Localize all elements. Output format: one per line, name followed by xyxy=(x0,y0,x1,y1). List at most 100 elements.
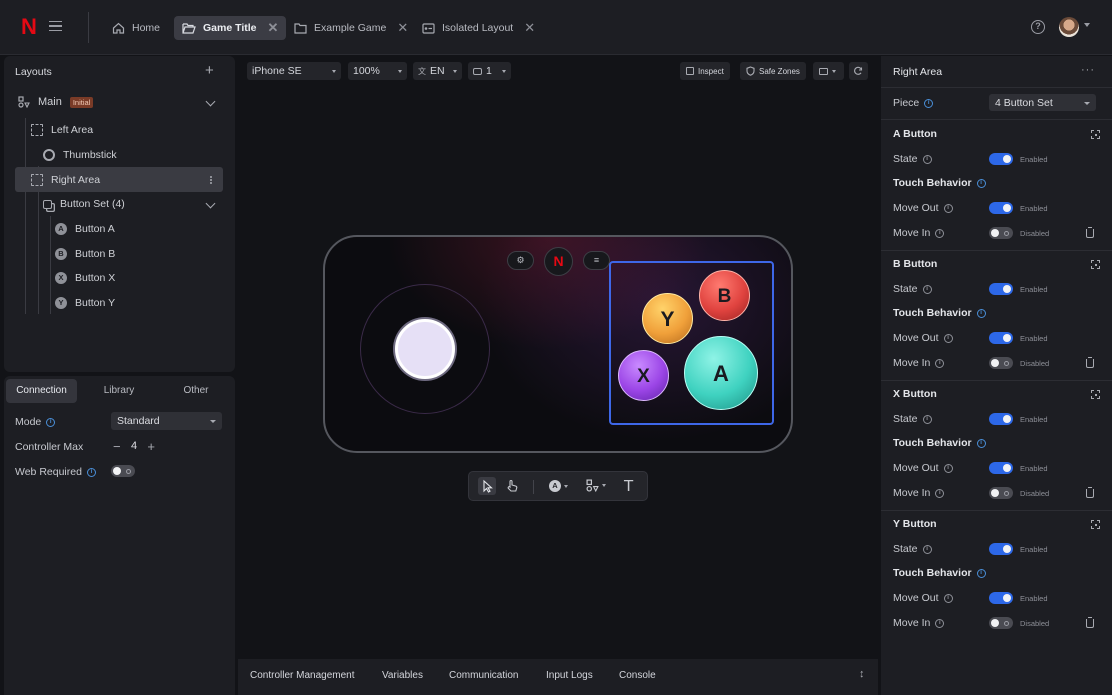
tab-library[interactable]: Library xyxy=(84,379,154,403)
info-icon[interactable]: i xyxy=(924,98,934,108)
add-icon[interactable]: + xyxy=(205,63,214,78)
tree-item-button-b[interactable]: B Button B xyxy=(55,248,115,260)
focus-icon[interactable] xyxy=(1091,520,1100,529)
focus-icon[interactable] xyxy=(1091,390,1100,399)
tree-item-main[interactable]: Main Initial xyxy=(18,96,94,109)
button-a[interactable]: A xyxy=(684,336,758,410)
tab-communication[interactable]: Communication xyxy=(449,670,518,681)
info-icon[interactable]: i xyxy=(46,417,56,427)
info-icon[interactable]: i xyxy=(943,463,953,473)
refresh-button[interactable] xyxy=(849,62,868,80)
tree-item-left-area[interactable]: Left Area xyxy=(31,124,93,136)
more-vertical-icon[interactable] xyxy=(210,176,212,178)
inspect-button[interactable]: Inspect xyxy=(680,62,730,80)
state-toggle[interactable] xyxy=(989,543,1013,555)
info-icon[interactable]: i xyxy=(976,308,986,318)
close-icon[interactable]: ✕ xyxy=(397,20,408,36)
text-tool-icon[interactable]: T xyxy=(624,477,633,495)
thumbstick-knob[interactable] xyxy=(395,319,455,379)
info-icon[interactable]: i xyxy=(935,488,945,498)
info-icon[interactable]: i xyxy=(976,438,986,448)
button-type-select[interactable]: A xyxy=(549,480,568,492)
language-select[interactable]: 文 EN xyxy=(413,62,462,80)
resize-vertical-icon[interactable]: ↕ xyxy=(859,668,865,680)
info-icon[interactable]: i xyxy=(86,467,96,477)
tab-example-game[interactable]: Example Game ✕ xyxy=(286,16,416,40)
screen-mode-select[interactable] xyxy=(813,62,844,80)
info-icon[interactable]: i xyxy=(922,414,932,424)
info-icon[interactable]: i xyxy=(943,203,953,213)
tab-other[interactable]: Other xyxy=(161,379,231,403)
state-toggle[interactable] xyxy=(989,413,1013,425)
tab-console[interactable]: Console xyxy=(619,670,656,681)
info-icon[interactable]: i xyxy=(976,178,986,188)
button-y[interactable]: Y xyxy=(642,293,693,344)
move-out-toggle[interactable] xyxy=(989,332,1013,344)
info-icon[interactable]: i xyxy=(976,568,986,578)
piece-select[interactable]: 4 Button Set xyxy=(989,94,1096,111)
right-area-selection[interactable] xyxy=(609,261,774,425)
tab-connection[interactable]: Connection xyxy=(6,379,77,403)
touch-tool[interactable] xyxy=(503,477,521,495)
avatar[interactable] xyxy=(1059,17,1079,37)
state-toggle[interactable] xyxy=(989,153,1013,165)
safe-zones-button[interactable]: Safe Zones xyxy=(740,62,806,80)
focus-icon[interactable] xyxy=(1091,260,1100,269)
tree-item-thumbstick[interactable]: Thumbstick xyxy=(43,149,117,161)
tree-item-button-set[interactable]: Button Set (4) xyxy=(43,198,125,210)
flask-icon[interactable] xyxy=(1086,227,1094,238)
info-icon[interactable]: i xyxy=(935,618,945,628)
pointer-tool[interactable] xyxy=(478,477,496,495)
tab-game-title[interactable]: Game Title ✕ xyxy=(174,16,287,40)
info-icon[interactable]: i xyxy=(943,333,953,343)
shape-select[interactable] xyxy=(586,479,606,492)
tab-variables[interactable]: Variables xyxy=(382,670,423,681)
tab-controller-management[interactable]: Controller Management xyxy=(250,670,355,681)
chevron-down-icon[interactable] xyxy=(1084,23,1090,27)
tree-item-button-x[interactable]: X Button X xyxy=(55,272,115,284)
move-out-toggle[interactable] xyxy=(989,202,1013,214)
state-toggle[interactable] xyxy=(989,283,1013,295)
close-icon[interactable]: ✕ xyxy=(268,20,279,36)
move-in-toggle[interactable] xyxy=(989,357,1013,369)
flask-icon[interactable] xyxy=(1086,487,1094,498)
move-in-toggle[interactable] xyxy=(989,487,1013,499)
move-in-toggle[interactable] xyxy=(989,617,1013,629)
info-icon[interactable]: i xyxy=(935,228,945,238)
tree-item-button-y[interactable]: Y Button Y xyxy=(55,297,115,309)
flask-icon[interactable] xyxy=(1086,357,1094,368)
netflix-logo[interactable]: N xyxy=(544,247,573,276)
tab-home[interactable]: Home xyxy=(104,16,168,40)
minus-icon[interactable]: − xyxy=(113,439,121,454)
info-icon[interactable]: i xyxy=(922,544,932,554)
players-select[interactable]: 1 xyxy=(468,62,511,80)
chevron-down-icon[interactable] xyxy=(205,96,216,107)
chevron-down-icon[interactable] xyxy=(205,198,216,209)
controller-max-value[interactable]: 4 xyxy=(131,440,137,452)
more-horizontal-icon[interactable]: ··· xyxy=(1081,64,1095,76)
flask-icon[interactable] xyxy=(1086,617,1094,628)
info-icon[interactable]: i xyxy=(922,154,932,164)
plus-icon[interactable]: + xyxy=(147,439,155,454)
tree-item-button-a[interactable]: A Button A xyxy=(55,223,115,235)
help-icon[interactable]: ? xyxy=(1031,20,1045,34)
device-select[interactable]: iPhone SE xyxy=(247,62,341,80)
move-out-toggle[interactable] xyxy=(989,592,1013,604)
focus-icon[interactable] xyxy=(1091,130,1100,139)
info-icon[interactable]: i xyxy=(943,593,953,603)
button-x[interactable]: X xyxy=(618,350,669,401)
settings-gear-icon[interactable]: ⚙ xyxy=(507,251,534,270)
menu-icon[interactable]: ≡ xyxy=(583,251,610,270)
zoom-select[interactable]: 100% xyxy=(348,62,407,80)
info-icon[interactable]: i xyxy=(922,284,932,294)
tab-isolated-layout[interactable]: Isolated Layout ✕ xyxy=(414,16,543,40)
tree-item-right-area[interactable]: Right Area xyxy=(31,174,100,186)
move-in-toggle[interactable] xyxy=(989,227,1013,239)
close-icon[interactable]: ✕ xyxy=(524,20,535,36)
info-icon[interactable]: i xyxy=(935,358,945,368)
netflix-logo[interactable]: N xyxy=(21,16,37,38)
move-out-toggle[interactable] xyxy=(989,462,1013,474)
tab-input-logs[interactable]: Input Logs xyxy=(546,670,593,681)
mode-select[interactable]: Standard xyxy=(111,412,222,430)
menu-icon[interactable] xyxy=(49,21,62,31)
